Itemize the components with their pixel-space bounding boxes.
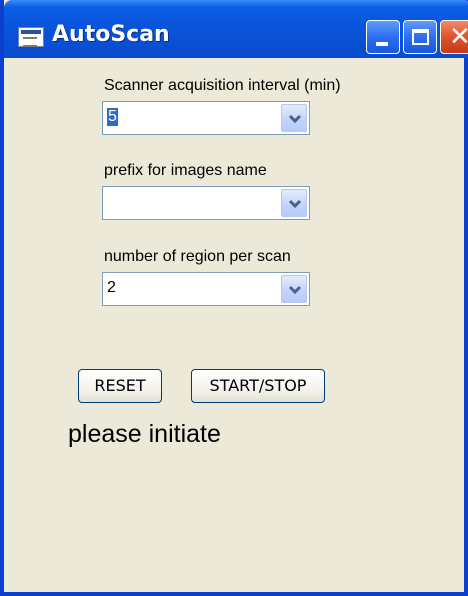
autoscan-window: AutoScan ✕ Scanner acquisition interval … (0, 0, 468, 596)
status-text: please initiate (68, 420, 221, 448)
prefix-label: prefix for images name (104, 162, 267, 179)
interval-combobox[interactable]: 5 (102, 101, 310, 135)
regions-combobox[interactable]: 2 (102, 272, 310, 306)
regions-label: number of region per scan (104, 248, 291, 265)
chevron-down-icon (288, 114, 302, 124)
interval-label: Scanner acquisition interval (min) (104, 77, 341, 94)
app-window-icon[interactable] (18, 27, 44, 47)
maximize-icon (412, 29, 429, 45)
interval-value[interactable]: 5 (107, 108, 118, 126)
chevron-down-icon (288, 199, 302, 209)
interval-dropdown-button[interactable] (281, 104, 307, 132)
close-button[interactable]: ✕ (440, 20, 468, 54)
title-bar[interactable]: AutoScan ✕ (4, 0, 468, 58)
regions-dropdown-button[interactable] (281, 275, 307, 303)
minimize-button[interactable] (366, 20, 400, 54)
reset-button[interactable]: RESET (78, 369, 162, 403)
prefix-dropdown-button[interactable] (281, 189, 307, 217)
minimize-icon (376, 42, 388, 46)
maximize-button[interactable] (403, 20, 437, 54)
regions-value[interactable]: 2 (107, 279, 116, 297)
window-title: AutoScan (52, 22, 170, 47)
chevron-down-icon (288, 285, 302, 295)
close-icon: ✕ (449, 22, 468, 52)
prefix-combobox[interactable] (102, 186, 310, 220)
start-stop-button[interactable]: START/STOP (191, 369, 325, 403)
